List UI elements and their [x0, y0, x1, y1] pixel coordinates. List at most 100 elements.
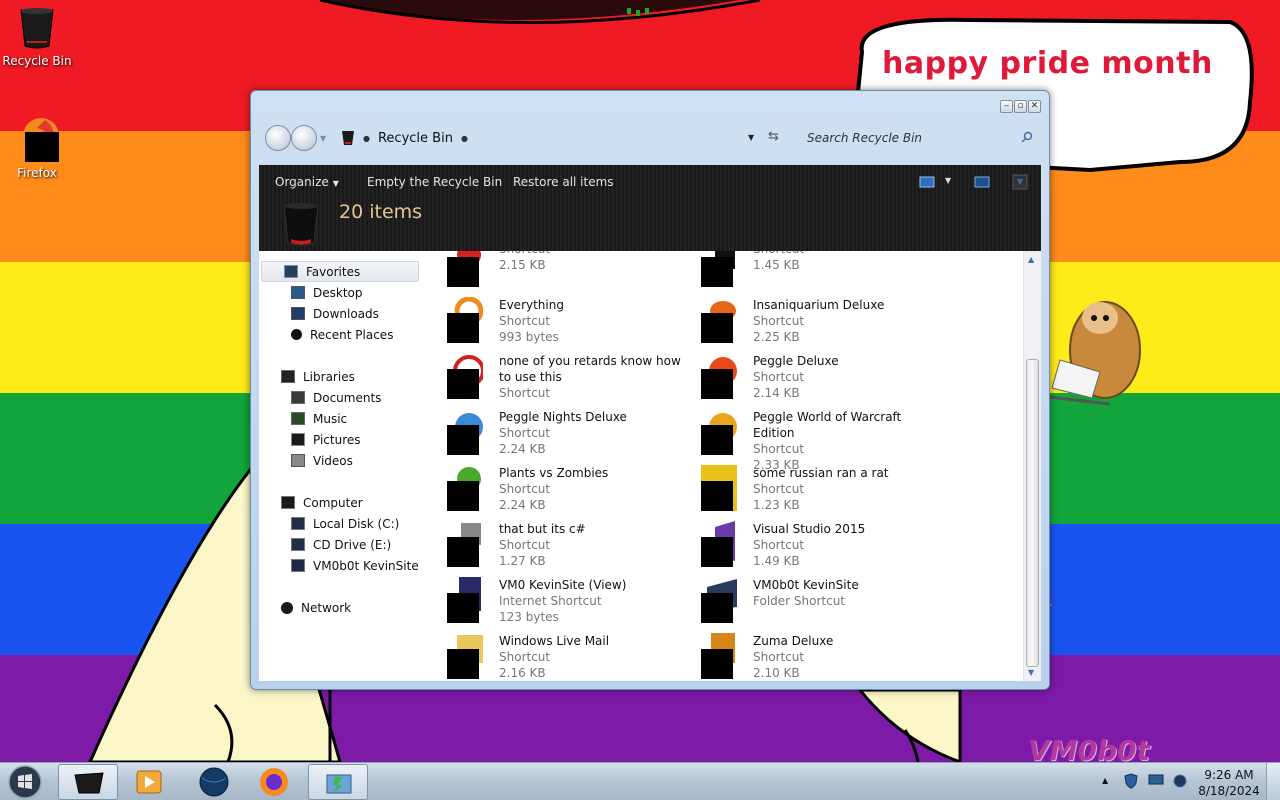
file-name: VM0 KevinSite (View): [499, 578, 627, 592]
taskbar-recycle-bin[interactable]: [58, 764, 118, 800]
navigation-bar: ▼ ● Recycle Bin ● ▼ ⇆: [261, 121, 1041, 153]
taskbar-browser[interactable]: [184, 764, 244, 800]
desktop-icon-firefox[interactable]: Firefox: [0, 114, 74, 180]
desktop-icon-recycle-bin[interactable]: Recycle Bin: [0, 6, 74, 68]
taskbar-media-player[interactable]: [120, 764, 180, 800]
forward-button[interactable]: [291, 125, 317, 151]
address-bar[interactable]: ● Recycle Bin ●: [333, 126, 803, 150]
nav-item-pictures[interactable]: Pictures: [259, 429, 421, 450]
nav-item-favorites[interactable]: Favorites: [261, 261, 419, 282]
organize-button[interactable]: Organize ▼: [271, 173, 343, 191]
recent-pages-dropdown[interactable]: ▼: [320, 134, 326, 143]
nav-item-libraries[interactable]: Libraries: [259, 366, 421, 387]
volume-icon[interactable]: [1172, 773, 1188, 789]
address-history-dropdown[interactable]: ▼: [748, 133, 754, 142]
scroll-down-arrow[interactable]: ▼: [1028, 668, 1034, 677]
file-item[interactable]: some russian ran a rat Shortcut 1.23 KB: [683, 463, 938, 519]
back-button[interactable]: [265, 125, 291, 151]
search-input[interactable]: [807, 131, 1017, 145]
nav-item-music[interactable]: Music: [259, 408, 421, 429]
nav-item-documents[interactable]: Documents: [259, 387, 421, 408]
close-button[interactable]: ✕: [1028, 100, 1041, 113]
recycle-bin-small-icon: [342, 131, 354, 145]
network-icon: [281, 601, 293, 614]
file-type: Folder Shortcut: [753, 594, 846, 608]
file-item[interactable]: Zuma Deluxe Shortcut 2.10 KB: [683, 631, 938, 681]
help-icon[interactable]: [1011, 173, 1029, 191]
organize-label: Organize: [275, 175, 329, 189]
recycle-bin-task-icon: [74, 772, 104, 794]
everything-icon: [447, 297, 483, 343]
file-item[interactable]: Peggle Nights Deluxe Shortcut 2.24 KB: [429, 407, 684, 463]
file-item[interactable]: Plants vs Zombies Shortcut 2.24 KB: [429, 463, 684, 519]
nav-item-label: Videos: [313, 453, 353, 468]
shortcut-icon: [447, 251, 481, 287]
start-button[interactable]: [6, 764, 44, 800]
search-icon[interactable]: [1021, 131, 1033, 143]
scroll-up-arrow[interactable]: ▲: [1028, 255, 1034, 264]
nav-item-recent-places[interactable]: Recent Places: [259, 324, 421, 345]
file-item[interactable]: Peggle Deluxe Shortcut 2.14 KB: [683, 351, 938, 407]
recent-places-icon: [291, 329, 302, 340]
file-type: Shortcut: [753, 650, 805, 664]
nav-item-network[interactable]: Network: [259, 597, 421, 618]
nav-item-local-disk[interactable]: Local Disk (C:): [259, 513, 421, 534]
show-hidden-icons-arrow[interactable]: ▲: [1102, 776, 1108, 785]
system-clock[interactable]: 9:26 AM 8/18/2024: [1196, 767, 1262, 799]
breadcrumb-separator[interactable]: ●: [363, 134, 370, 143]
shortcut-icon: [701, 251, 735, 287]
desktop-icon: [291, 286, 305, 299]
item-count: 20 items: [339, 201, 423, 223]
security-shield-icon[interactable]: [1124, 773, 1138, 789]
nav-item-vm0b0t-kevinsite[interactable]: VM0b0t KevinSite: [259, 555, 421, 576]
search-box[interactable]: [795, 126, 1039, 150]
breadcrumb-separator[interactable]: ●: [461, 134, 468, 143]
show-desktop-button[interactable]: [1266, 763, 1280, 800]
maximize-button[interactable]: ▫: [1014, 100, 1027, 113]
file-item[interactable]: Everything Shortcut 993 bytes: [429, 295, 684, 351]
breadcrumb-location[interactable]: Recycle Bin: [378, 131, 453, 146]
nav-item-computer[interactable]: Computer: [259, 492, 421, 513]
change-view-icon[interactable]: [919, 175, 935, 189]
scroll-thumb[interactable]: [1026, 359, 1039, 667]
insaniquarium-icon: [701, 301, 736, 343]
shortcut-icon: [447, 523, 481, 567]
file-item[interactable]: none of you retards know how to use this…: [429, 351, 684, 407]
refresh-icon[interactable]: ⇆: [768, 129, 779, 144]
file-size: 2.24 KB: [499, 442, 546, 456]
nav-item-label: Downloads: [313, 306, 379, 321]
file-item[interactable]: Windows Live Mail Shortcut 2.16 KB: [429, 631, 684, 681]
file-item[interactable]: Peggle World of Warcraft Edition Shortcu…: [683, 407, 938, 472]
file-item[interactable]: VM0b0t KevinSite Folder Shortcut: [683, 575, 938, 631]
vertical-scrollbar[interactable]: ▲ ▼: [1023, 251, 1041, 681]
minimize-button[interactable]: ‒: [1000, 100, 1013, 113]
firefox-icon: [23, 118, 59, 162]
documents-icon: [291, 391, 305, 404]
file-item[interactable]: Shortcut 2.15 KB: [429, 251, 684, 295]
file-size: 1.23 KB: [753, 498, 800, 512]
nav-item-downloads[interactable]: Downloads: [259, 303, 421, 324]
nav-item-desktop[interactable]: Desktop: [259, 282, 421, 303]
desktop-icon-label: Firefox: [17, 166, 57, 180]
file-item[interactable]: that but its c# Shortcut 1.27 KB: [429, 519, 684, 575]
file-item[interactable]: Visual Studio 2015 Shortcut 1.49 KB: [683, 519, 938, 575]
file-name: Everything: [499, 298, 564, 312]
visual-studio-icon: [701, 521, 735, 567]
taskbar-explorer[interactable]: [308, 764, 368, 800]
shortcut-icon: [447, 355, 483, 399]
file-item[interactable]: VM0 KevinSite (View) Internet Shortcut 1…: [429, 575, 684, 631]
restore-all-items-button[interactable]: Restore all items: [509, 173, 618, 191]
nav-item-videos[interactable]: Videos: [259, 450, 421, 471]
view-options-dropdown[interactable]: ▼: [945, 176, 951, 185]
preview-pane-icon[interactable]: [974, 175, 990, 189]
network-tray-icon[interactable]: [1148, 773, 1164, 787]
file-item[interactable]: Shortcut 1.45 KB: [683, 251, 938, 295]
file-size: 2.10 KB: [753, 666, 800, 680]
file-size: 1.49 KB: [753, 554, 800, 568]
file-item[interactable]: Insaniquarium Deluxe Shortcut 2.25 KB: [683, 295, 938, 351]
taskbar-firefox[interactable]: [244, 764, 304, 800]
nav-item-cd-drive[interactable]: CD Drive (E:): [259, 534, 421, 555]
empty-recycle-bin-button[interactable]: Empty the Recycle Bin: [363, 173, 506, 191]
file-name: some russian ran a rat: [753, 466, 889, 480]
navigation-pane: Favorites Desktop Downloads Recent Place…: [259, 251, 421, 681]
